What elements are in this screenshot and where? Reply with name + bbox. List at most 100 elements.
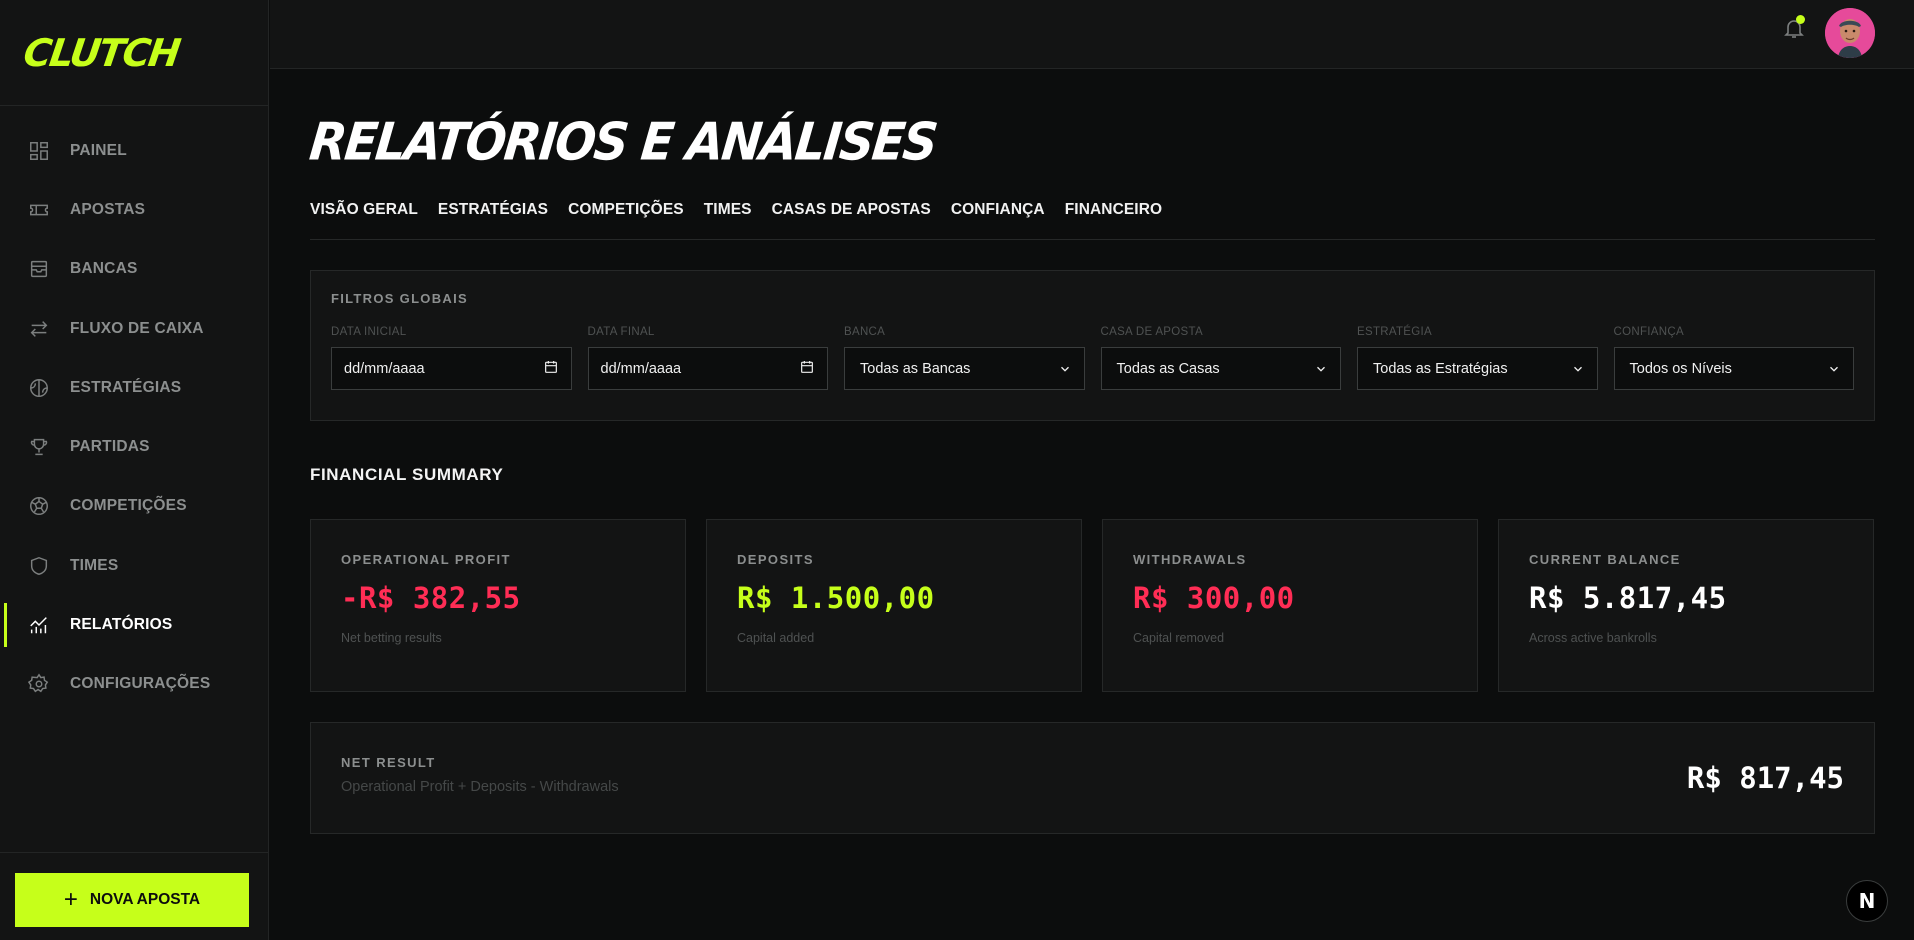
filter-label: ESTRATÉGIA <box>1357 326 1432 338</box>
sidebar-item-fluxo-de-caixa[interactable]: FLUXO DE CAIXA <box>0 299 268 358</box>
top-bar <box>270 0 1914 69</box>
ticket-icon <box>28 199 50 221</box>
card-value: -R$ 382,55 <box>341 581 521 615</box>
trophy-icon <box>28 436 50 458</box>
net-result-label: NET RESULT <box>341 755 436 770</box>
chart-line-icon <box>28 614 50 636</box>
tab-times[interactable]: TIMES <box>704 197 752 239</box>
global-filters: FILTROS GLOBAIS DATA INICIAL dd/mm/aaaa … <box>310 270 1875 421</box>
deposits-card: DEPOSITS R$ 1.500,00 Capital added <box>706 519 1082 692</box>
tab-financeiro[interactable]: FINANCEIRO <box>1065 197 1162 239</box>
card-label: DEPOSITS <box>737 552 814 567</box>
plus-icon: + <box>63 886 78 913</box>
filter-label: DATA INICIAL <box>331 326 407 338</box>
transfer-arrows-icon <box>28 318 50 340</box>
sidebar-item-label: RELATÓRIOS <box>70 616 173 634</box>
card-subtitle: Capital added <box>737 631 815 645</box>
new-bet-button[interactable]: + NOVA APOSTA <box>15 873 249 927</box>
operational-profit-card: OPERATIONAL PROFIT -R$ 382,55 Net bettin… <box>310 519 686 692</box>
strategy-select[interactable]: Todas as Estratégias <box>1357 347 1598 390</box>
strategy-icon <box>28 377 50 399</box>
withdrawals-card: WITHDRAWALS R$ 300,00 Capital removed <box>1102 519 1478 692</box>
calendar-icon[interactable] <box>543 359 559 379</box>
chevron-down-icon <box>1058 362 1072 376</box>
card-label: WITHDRAWALS <box>1133 552 1247 567</box>
sidebar-item-configuracoes[interactable]: CONFIGURAÇÕES <box>0 655 268 714</box>
end-date-input[interactable]: dd/mm/aaaa <box>587 347 828 390</box>
sidebar-item-label: PARTIDAS <box>70 438 150 456</box>
avatar[interactable] <box>1825 8 1875 58</box>
sidebar-item-bancas[interactable]: BANCAS <box>0 240 268 299</box>
card-subtitle: Net betting results <box>341 631 442 645</box>
start-date-input[interactable]: dd/mm/aaaa <box>331 347 572 390</box>
sidebar-item-label: APOSTAS <box>70 200 146 218</box>
filter-label: CASA DE APOSTA <box>1100 326 1203 338</box>
card-label: CURRENT BALANCE <box>1529 552 1681 567</box>
sidebar-item-label: ESTRATÉGIAS <box>70 378 182 396</box>
sidebar-item-times[interactable]: TIMES <box>0 536 268 595</box>
filter-label: CONFIANÇA <box>1613 326 1684 338</box>
filter-strategy: ESTRATÉGIA Todas as Estratégias <box>1357 326 1598 390</box>
card-subtitle: Across active bankrolls <box>1529 631 1657 645</box>
strategy-select-value: Todas as Estratégias <box>1373 360 1508 377</box>
filter-label: DATA FINAL <box>587 326 655 338</box>
new-bet-label: NOVA APOSTA <box>89 891 201 908</box>
dev-tools-badge[interactable]: N <box>1846 880 1888 922</box>
card-value: R$ 1.500,00 <box>737 581 935 615</box>
page-title: RELATÓRIOS E ANÁLISES <box>306 111 939 173</box>
sidebar-item-apostas[interactable]: APOSTAS <box>0 180 268 239</box>
sidebar-item-label: FLUXO DE CAIXA <box>70 319 204 337</box>
filter-bookmaker: CASA DE APOSTA Todas as Casas <box>1100 326 1341 390</box>
bookmaker-select[interactable]: Todas as Casas <box>1100 347 1341 390</box>
sidebar-item-painel[interactable]: PAINEL <box>0 121 268 180</box>
summary-cards: OPERATIONAL PROFIT -R$ 382,55 Net bettin… <box>310 519 1875 692</box>
dashboard-icon <box>28 140 50 162</box>
end-date-value: dd/mm/aaaa <box>600 360 682 377</box>
shield-icon <box>28 555 50 577</box>
soccer-ball-icon <box>28 495 50 517</box>
tab-casas-de-apostas[interactable]: CASAS DE APOSTAS <box>772 197 931 239</box>
calendar-icon[interactable] <box>799 359 815 379</box>
sidebar-item-label: COMPETIÇÕES <box>70 497 187 515</box>
current-balance-card: CURRENT BALANCE R$ 5.817,45 Across activ… <box>1498 519 1874 692</box>
card-value: R$ 5.817,45 <box>1529 581 1727 615</box>
filter-end-date: DATA FINAL dd/mm/aaaa <box>587 326 828 390</box>
bankroll-select[interactable]: Todas as Bancas <box>844 347 1085 390</box>
filter-label: BANCA <box>844 326 886 338</box>
net-result-formula: Operational Profit + Deposits - Withdraw… <box>341 779 619 795</box>
filter-row: DATA INICIAL dd/mm/aaaa DATA FINAL dd/mm… <box>331 326 1854 390</box>
sidebar: CLUTCH PAINEL APOSTAS BANCAS FLUXO DE CA… <box>0 0 269 940</box>
wallet-icon <box>28 258 50 280</box>
tab-confianca[interactable]: CONFIANÇA <box>951 197 1045 239</box>
tab-estrategias[interactable]: ESTRATÉGIAS <box>438 197 548 239</box>
tab-competicoes[interactable]: COMPETIÇÕES <box>568 197 684 239</box>
net-result-card: NET RESULT Operational Profit + Deposits… <box>310 722 1875 834</box>
sidebar-item-relatorios[interactable]: RELATÓRIOS <box>0 595 268 654</box>
filters-title: FILTROS GLOBAIS <box>331 291 468 306</box>
start-date-value: dd/mm/aaaa <box>344 360 425 377</box>
net-result-value: R$ 817,45 <box>1686 761 1844 795</box>
sidebar-item-partidas[interactable]: PARTIDAS <box>0 417 268 476</box>
logo[interactable]: CLUTCH <box>0 0 268 106</box>
financial-summary-title: FINANCIAL SUMMARY <box>310 465 504 484</box>
card-value: R$ 300,00 <box>1133 581 1295 615</box>
filter-start-date: DATA INICIAL dd/mm/aaaa <box>331 326 572 390</box>
tab-visao-geral[interactable]: VISÃO GERAL <box>310 197 418 239</box>
confidence-select[interactable]: Todos os Níveis <box>1613 347 1854 390</box>
sidebar-item-label: BANCAS <box>70 260 138 278</box>
chevron-down-icon <box>1314 362 1328 376</box>
main-content: RELATÓRIOS E ANÁLISES VISÃO GERAL ESTRAT… <box>306 69 1875 834</box>
sidebar-item-competicoes[interactable]: COMPETIÇÕES <box>0 477 268 536</box>
filter-bankroll: BANCA Todas as Bancas <box>844 326 1085 390</box>
bookmaker-select-value: Todas as Casas <box>1116 360 1220 377</box>
bankroll-select-value: Todas as Bancas <box>860 360 971 377</box>
confidence-select-value: Todos os Níveis <box>1629 360 1732 377</box>
sidebar-item-label: PAINEL <box>70 141 127 159</box>
sidebar-item-estrategias[interactable]: ESTRATÉGIAS <box>0 358 268 417</box>
sidebar-item-label: CONFIGURAÇÕES <box>70 675 211 693</box>
sidebar-footer: + NOVA APOSTA <box>0 852 268 940</box>
notification-dot <box>1796 15 1805 24</box>
logo-text: CLUTCH <box>20 30 182 75</box>
sidebar-nav: PAINEL APOSTAS BANCAS FLUXO DE CAIXA EST… <box>0 106 268 714</box>
filter-confidence: CONFIANÇA Todos os Níveis <box>1613 326 1854 390</box>
